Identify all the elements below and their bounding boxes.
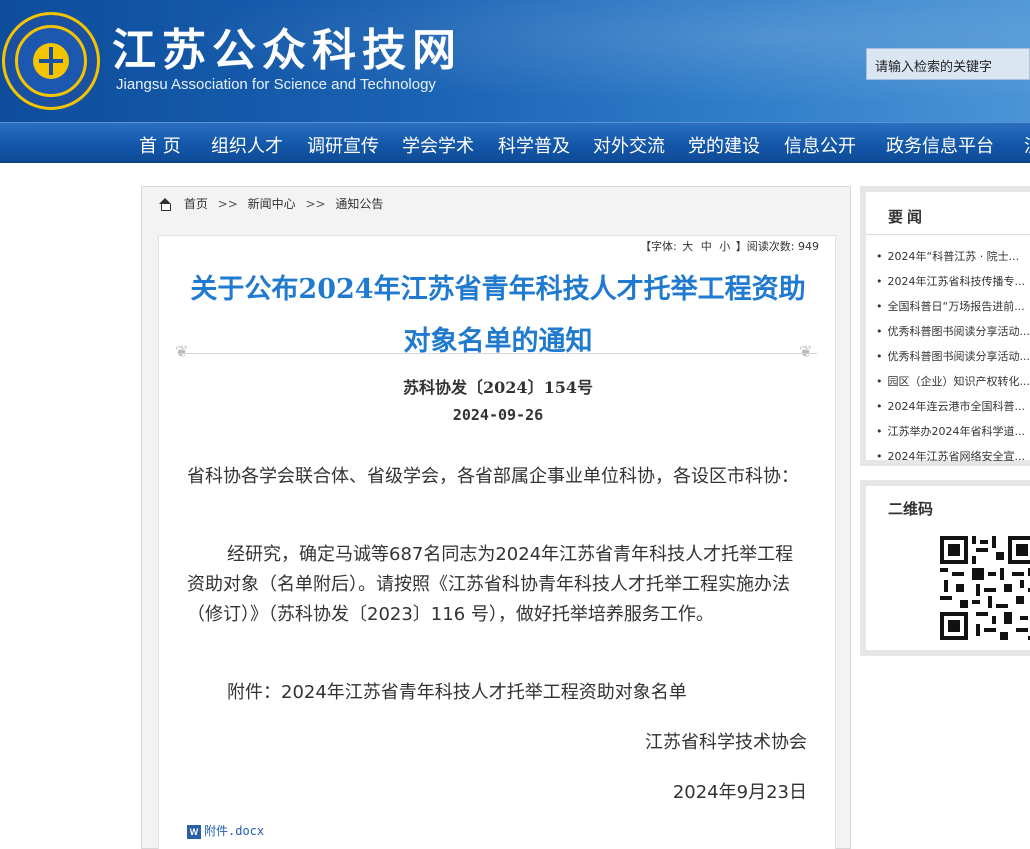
association-logo-icon[interactable]: [2, 12, 100, 110]
nav-item-home[interactable]: 首 页: [139, 132, 181, 158]
news-item[interactable]: 2024年“科普江苏 · 院士...: [876, 244, 1030, 269]
nav-item-societies[interactable]: 学会学术: [402, 132, 474, 158]
paragraph-attachment: 附件：2024年江苏省青年科技人才托举工程资助对象名单: [227, 682, 687, 703]
news-item[interactable]: 2024年连云港市全国科普...: [876, 394, 1030, 419]
flourish-left-icon: ❦: [175, 342, 189, 361]
font-size-small-button[interactable]: 小: [719, 240, 730, 253]
nav-item-organization[interactable]: 组织人才: [211, 132, 283, 158]
logo-core: [33, 43, 69, 79]
site-subtitle: Jiangsu Association for Science and Tech…: [116, 76, 436, 93]
news-item[interactable]: 2024年江苏省科技传播专...: [876, 269, 1030, 294]
read-count-label: 】阅读次数:: [735, 240, 795, 253]
sidebar-news-title: 要闻: [888, 208, 927, 226]
word-document-icon: W: [187, 824, 201, 839]
breadcrumb: 首页 >> 新闻中心 >> 通知公告: [158, 195, 383, 213]
sidebar-news-inner: 要闻 2024年“科普江苏 · 院士... 2024年江苏省科技传播专... 全…: [866, 192, 1030, 463]
search-input[interactable]: 请输入检索的关键字: [866, 48, 1030, 80]
read-count: 949: [798, 240, 819, 253]
document-number: 苏科协发〔2024〕154号: [403, 378, 593, 397]
article-meta: 【字体: 大 中 小 】阅读次数: 949: [640, 238, 819, 254]
attachment-label[interactable]: 附件.docx: [204, 824, 264, 838]
nav-item-external-exchange[interactable]: 对外交流: [593, 132, 665, 158]
breadcrumb-home[interactable]: 首页: [184, 195, 208, 212]
breadcrumb-separator: >>: [217, 196, 238, 211]
font-size-medium-button[interactable]: 中: [701, 240, 712, 253]
news-item[interactable]: 江苏举办2024年省科学道...: [876, 419, 1030, 444]
sidebar-qr-title: 二维码: [888, 500, 934, 518]
breadcrumb-news-center[interactable]: 新闻中心: [248, 195, 296, 212]
font-size-label: 【字体:: [640, 240, 677, 253]
nav-item-party-building[interactable]: 党的建设: [688, 132, 760, 158]
qr-code-icon: [940, 536, 1030, 640]
article-body: 【字体: 大 中 小 】阅读次数: 949 关于公布2024年江苏省青年科技人才…: [158, 235, 836, 849]
news-item[interactable]: 全国科普日“万场报告进前...: [876, 294, 1030, 319]
title-divider: [179, 353, 817, 354]
news-item[interactable]: 2024年江苏省网络安全宣...: [876, 444, 1030, 469]
attachment-link[interactable]: W 附件.docx: [187, 822, 264, 839]
nav-item-research[interactable]: 调研宣传: [307, 132, 379, 158]
sidebar-news-panel: 要闻 2024年“科普江苏 · 院士... 2024年江苏省科技传播专... 全…: [860, 186, 1030, 466]
paragraph-recipients: 省科协各学会联合体、省级学会，各省部属企事业单位科协，各设区市科协：: [187, 466, 799, 487]
sidebar-qr-inner: 二维码: [866, 486, 1030, 650]
news-item[interactable]: 优秀科普图书阅读分享活动...: [876, 319, 1030, 344]
breadcrumb-notices[interactable]: 通知公告: [335, 195, 383, 212]
nav-item-gov-info-platform[interactable]: 政务信息平台: [886, 132, 994, 158]
signature-date: 2024年9月23日: [672, 782, 807, 803]
sidebar-divider: [866, 234, 1030, 235]
signature-organization: 江苏省科学技术协会: [645, 732, 807, 753]
font-size-large-button[interactable]: 大: [682, 240, 693, 253]
site-header: 江苏公众科技网 Jiangsu Association for Science …: [0, 0, 1030, 122]
news-item[interactable]: 园区（企业）知识产权转化...: [876, 369, 1030, 394]
nav-item-science-popularization[interactable]: 科学普及: [498, 132, 570, 158]
news-item[interactable]: 优秀科普图书阅读分享活动...: [876, 344, 1030, 369]
nav-item-info-disclosure[interactable]: 信息公开: [784, 132, 856, 158]
article-panel: 首页 >> 新闻中心 >> 通知公告 【字体: 大 中 小 】阅读次数: 949…: [141, 186, 851, 849]
news-list: 2024年“科普江苏 · 院士... 2024年江苏省科技传播专... 全国科普…: [876, 244, 1030, 469]
breadcrumb-separator: >>: [305, 196, 326, 211]
flourish-right-icon: ❦: [799, 342, 813, 361]
main-nav: 首 页 组织人才 调研宣传 学会学术 科学普及 对外交流 党的建设 信息公开 政…: [0, 122, 1030, 163]
home-icon: [158, 197, 172, 211]
site-title[interactable]: 江苏公众科技网: [112, 14, 462, 78]
publish-date: 2024-09-26: [452, 406, 544, 424]
nav-item-overflow[interactable]: 泸: [1024, 132, 1030, 158]
sidebar-qr-panel: 二维码: [860, 480, 1030, 656]
paragraph-main: 经研究，确定马诚等687名同志为2024年江苏省青年科技人才托举工程资助对象（名…: [187, 544, 794, 625]
